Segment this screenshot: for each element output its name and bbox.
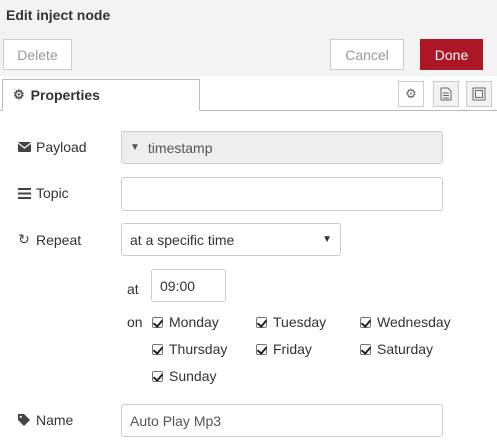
node-description-tab[interactable] — [433, 81, 459, 107]
frame-icon — [472, 87, 486, 101]
day-checkbox-thursday[interactable]: Thursday — [152, 341, 227, 357]
checkbox-checked[interactable] — [256, 343, 267, 355]
refresh-icon: ↻ — [18, 231, 30, 247]
chevron-down-icon: ▼ — [322, 234, 332, 245]
topic-label: Topic — [36, 185, 69, 201]
day-checkbox-friday[interactable]: Friday — [256, 341, 312, 357]
checkbox-checked[interactable] — [152, 370, 163, 382]
repeat-label: Repeat — [36, 231, 82, 248]
node-appearance-tab[interactable] — [466, 81, 492, 107]
repeat-select[interactable]: at a specific time ▼ — [121, 223, 341, 256]
on-label: on — [127, 314, 143, 330]
topic-input[interactable] — [121, 177, 443, 211]
time-input[interactable]: 09:00 — [151, 269, 226, 302]
delete-button[interactable]: Delete — [3, 39, 72, 70]
tasks-icon — [17, 187, 31, 199]
day-label: Friday — [273, 341, 312, 357]
done-button[interactable]: Done — [420, 39, 483, 70]
day-label: Tuesday — [273, 314, 327, 330]
day-label: Sunday — [169, 368, 217, 384]
checkbox-checked[interactable] — [256, 316, 267, 328]
repeat-label-row: ↻ Repeat — [17, 231, 81, 248]
day-checkbox-monday[interactable]: Monday — [152, 314, 219, 330]
day-label: Monday — [169, 314, 219, 330]
name-label: Name — [36, 412, 74, 428]
payload-label-row: Payload — [17, 139, 87, 155]
gear-icon: ⚙ — [13, 87, 25, 102]
day-checkbox-sunday[interactable]: Sunday — [152, 368, 216, 384]
day-label: Saturday — [377, 341, 434, 357]
day-label: Thursday — [169, 341, 228, 357]
name-input[interactable]: Auto Play Mp3 — [121, 404, 443, 437]
dialog-titlebar: Edit inject node — [0, 0, 497, 32]
envelope-icon — [17, 142, 31, 152]
payload-label: Payload — [36, 139, 87, 155]
document-icon — [440, 87, 452, 101]
day-checkbox-tuesday[interactable]: Tuesday — [256, 314, 326, 330]
day-checkbox-saturday[interactable]: Saturday — [360, 341, 433, 357]
payload-value: timestamp — [147, 139, 213, 156]
checkbox-checked[interactable] — [360, 343, 371, 355]
day-checkbox-wednesday[interactable]: Wednesday — [360, 314, 451, 330]
checkbox-checked[interactable] — [152, 343, 163, 355]
tab-properties-label: Properties — [30, 87, 100, 103]
checkbox-checked[interactable] — [360, 316, 371, 328]
tag-icon — [17, 414, 31, 426]
cancel-button[interactable]: Cancel — [330, 39, 404, 70]
dialog-title: Edit inject node — [6, 7, 111, 23]
node-settings-tab[interactable]: ⚙ — [398, 81, 424, 107]
day-label: Wednesday — [377, 314, 451, 330]
checkbox-checked[interactable] — [152, 316, 163, 328]
gear-icon: ⚙ — [405, 86, 417, 101]
name-label-row: Name — [17, 412, 73, 428]
at-label: at — [127, 281, 139, 297]
payload-type-select[interactable]: ▼ timestamp — [121, 131, 443, 164]
repeat-value: at a specific time — [130, 231, 235, 248]
topic-label-row: Topic — [17, 185, 69, 201]
tab-properties[interactable]: ⚙ Properties — [2, 79, 200, 111]
caret-down-icon: ▼ — [130, 142, 140, 153]
